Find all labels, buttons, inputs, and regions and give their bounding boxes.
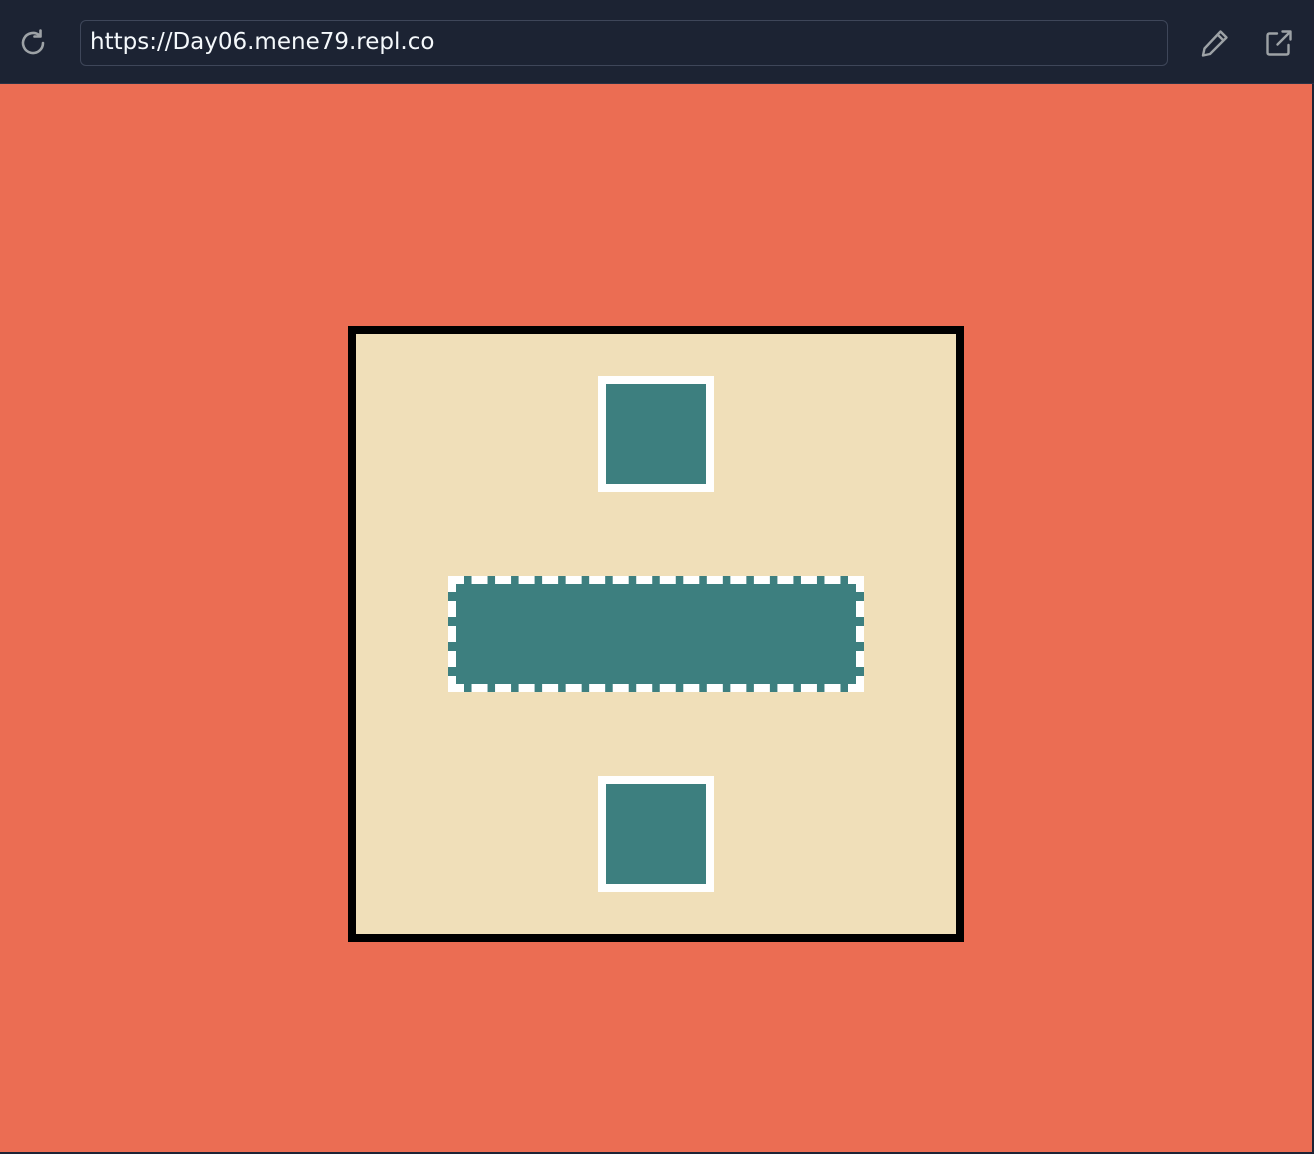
page-viewport bbox=[0, 84, 1312, 1152]
external-link-icon bbox=[1266, 30, 1292, 56]
browser-toolbar: https://Day06.mene79.repl.co bbox=[0, 0, 1314, 84]
reload-icon bbox=[21, 29, 45, 55]
top-square bbox=[598, 376, 714, 492]
reload-button[interactable] bbox=[13, 23, 53, 63]
divide-symbol-frame bbox=[348, 326, 964, 942]
bottom-square bbox=[598, 776, 714, 892]
middle-dashed-bar bbox=[448, 576, 864, 692]
edit-button[interactable] bbox=[1195, 23, 1235, 63]
open-external-button[interactable] bbox=[1259, 23, 1299, 63]
browser-window: https://Day06.mene79.repl.co bbox=[0, 0, 1314, 1154]
pencil-icon bbox=[1201, 30, 1228, 57]
url-input[interactable]: https://Day06.mene79.repl.co bbox=[80, 20, 1168, 66]
